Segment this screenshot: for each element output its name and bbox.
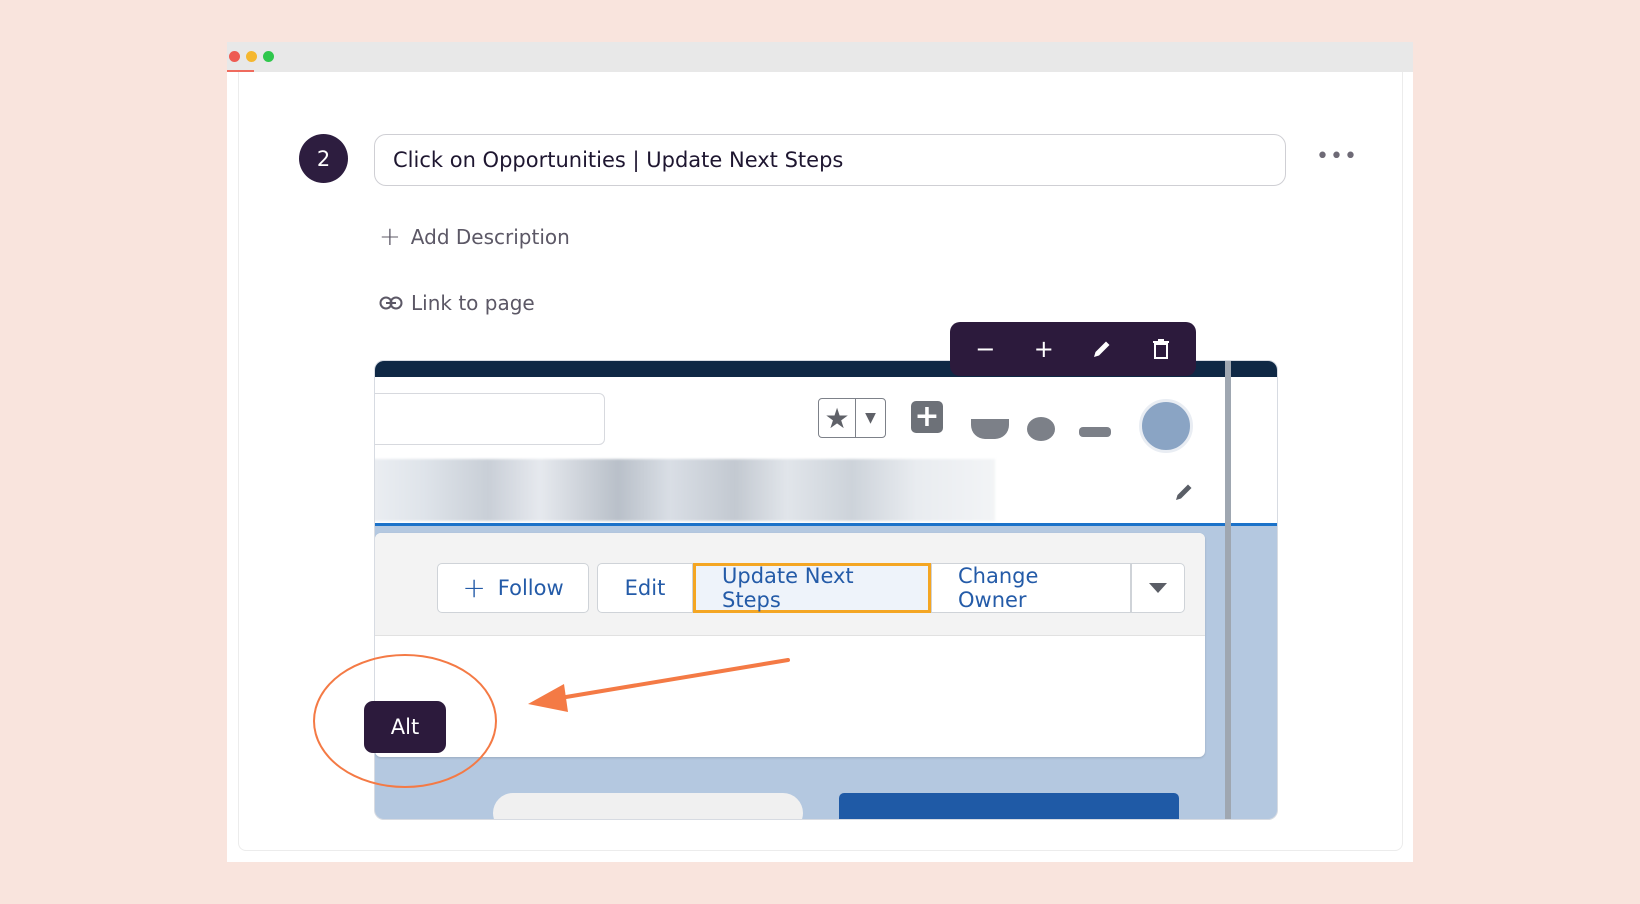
global-add-icon: + [911,401,943,433]
step-title-input[interactable]: Click on Opportunities | Update Next Ste… [374,134,1286,186]
notifications-bell-icon [1079,427,1111,437]
favorites-button-group: ★ ▼ [818,398,886,438]
step-screenshot[interactable]: ★ ▼ + + Follow Edit Update Next Steps Ch… [374,360,1278,820]
screenshot-header: ★ ▼ + [375,377,1277,462]
highlights-panel: + Follow Edit Update Next Steps Change O… [375,533,1205,757]
trash-icon[interactable] [1143,331,1179,367]
window-titlebar [227,42,1413,72]
plus-icon: + [462,571,486,604]
link-to-page-label: Link to page [411,291,535,315]
add-description-label: Add Description [410,225,570,249]
minimize-dot[interactable] [246,51,257,62]
ellipsis-icon[interactable]: ••• [1316,144,1357,169]
follow-label: Follow [497,576,564,600]
zoom-out-icon[interactable]: − [967,331,1003,367]
update-next-steps-button[interactable]: Update Next Steps [693,563,931,613]
annotation-arrow [528,658,790,712]
user-avatar-icon [1139,399,1193,453]
step-number-badge: 2 [299,134,348,183]
zoom-in-icon[interactable]: + [1026,331,1062,367]
follow-button[interactable]: + Follow [437,563,589,613]
action-bar: + Follow Edit Update Next Steps Change O… [375,533,1205,636]
global-search-box [375,393,605,445]
edit-button[interactable]: Edit [597,563,693,613]
screenshot-scrollbar [1225,361,1231,819]
link-icon [379,291,403,315]
image-toolbar: − + [950,322,1196,376]
favorites-star-icon: ★ [819,399,856,437]
pencil-icon [1171,479,1197,505]
blurred-record-name [375,459,995,521]
chevron-down-icon [1149,583,1167,593]
more-actions-button[interactable] [1131,563,1185,613]
chevron-down-icon: ▼ [865,410,876,426]
link-to-page-button[interactable]: Link to page [379,288,535,318]
change-owner-button[interactable]: Change Owner [931,563,1131,613]
pencil-icon[interactable] [1084,331,1120,367]
add-description-button[interactable]: + Add Description [379,222,570,252]
setup-gear-icon [1027,417,1055,441]
plus-icon: + [379,222,401,252]
screenshot-lower-button [839,793,1179,819]
screenshot-lower-panel [493,793,803,819]
keyboard-key-badge: Alt [364,701,446,753]
help-icon [971,419,1009,439]
action-button-group: + Follow Edit Update Next Steps Change O… [437,563,1185,613]
close-dot[interactable] [229,51,240,62]
maximize-dot[interactable] [263,51,274,62]
